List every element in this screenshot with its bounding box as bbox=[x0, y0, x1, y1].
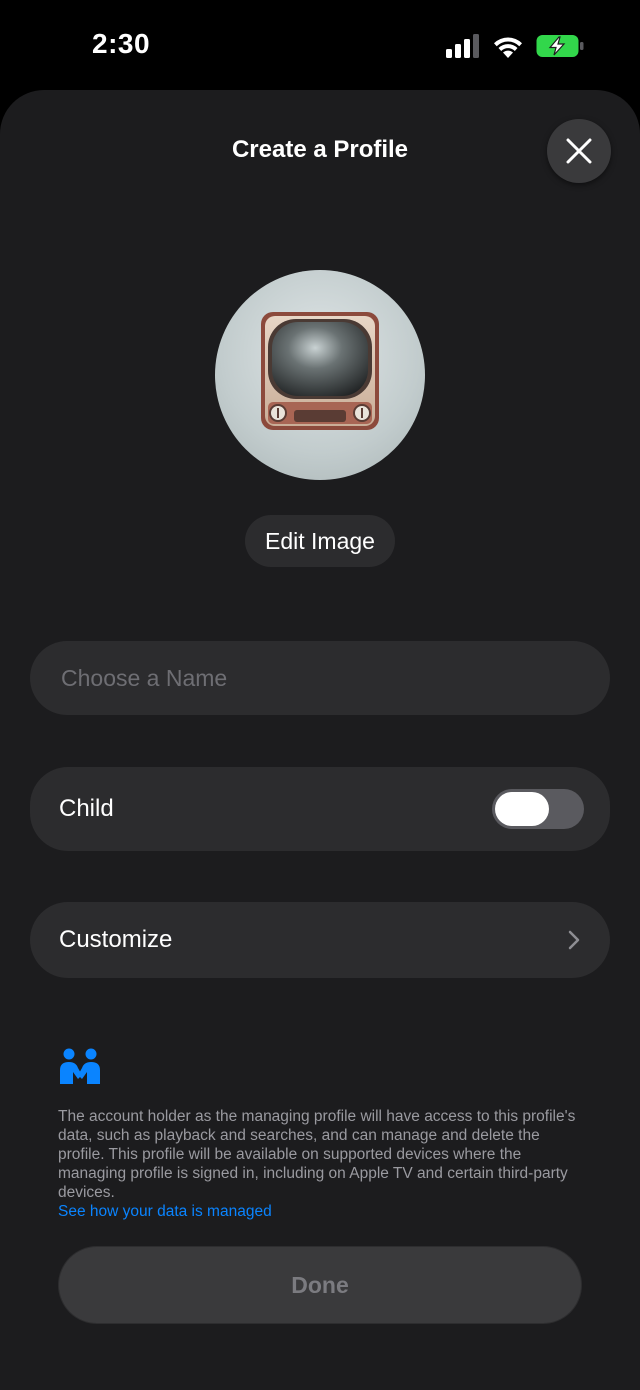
close-button[interactable] bbox=[547, 119, 611, 183]
family-sharing-icon bbox=[60, 1048, 100, 1084]
child-toggle[interactable] bbox=[492, 789, 584, 829]
toggle-knob bbox=[495, 792, 549, 826]
name-input[interactable] bbox=[59, 663, 583, 693]
customize-label: Customize bbox=[59, 926, 173, 953]
chevron-right-icon bbox=[568, 930, 580, 950]
profile-avatar bbox=[215, 270, 425, 480]
television-icon bbox=[261, 312, 379, 430]
cellular-signal-icon bbox=[446, 34, 479, 58]
status-time: 2:30 bbox=[92, 28, 151, 59]
battery-charging-icon bbox=[536, 35, 584, 57]
child-row: Child bbox=[30, 767, 610, 851]
data-access-disclaimer: The account holder as the managing profi… bbox=[58, 1108, 576, 1201]
status-bar: 2:30 bbox=[0, 0, 640, 92]
status-icons bbox=[446, 34, 584, 58]
done-button[interactable]: Done bbox=[59, 1247, 581, 1323]
customize-row[interactable]: Customize bbox=[30, 902, 610, 978]
close-icon bbox=[566, 138, 592, 164]
wifi-icon bbox=[494, 37, 522, 58]
create-profile-sheet: Create a Profile Edit Image Choose a Nam… bbox=[0, 90, 640, 1390]
child-label: Child bbox=[59, 795, 114, 822]
data-management-link[interactable]: See how your data is managed bbox=[58, 1203, 272, 1221]
sheet-title: Create a Profile bbox=[231, 136, 409, 163]
edit-image-button[interactable]: Edit Image bbox=[245, 515, 395, 567]
name-field[interactable] bbox=[30, 641, 610, 715]
